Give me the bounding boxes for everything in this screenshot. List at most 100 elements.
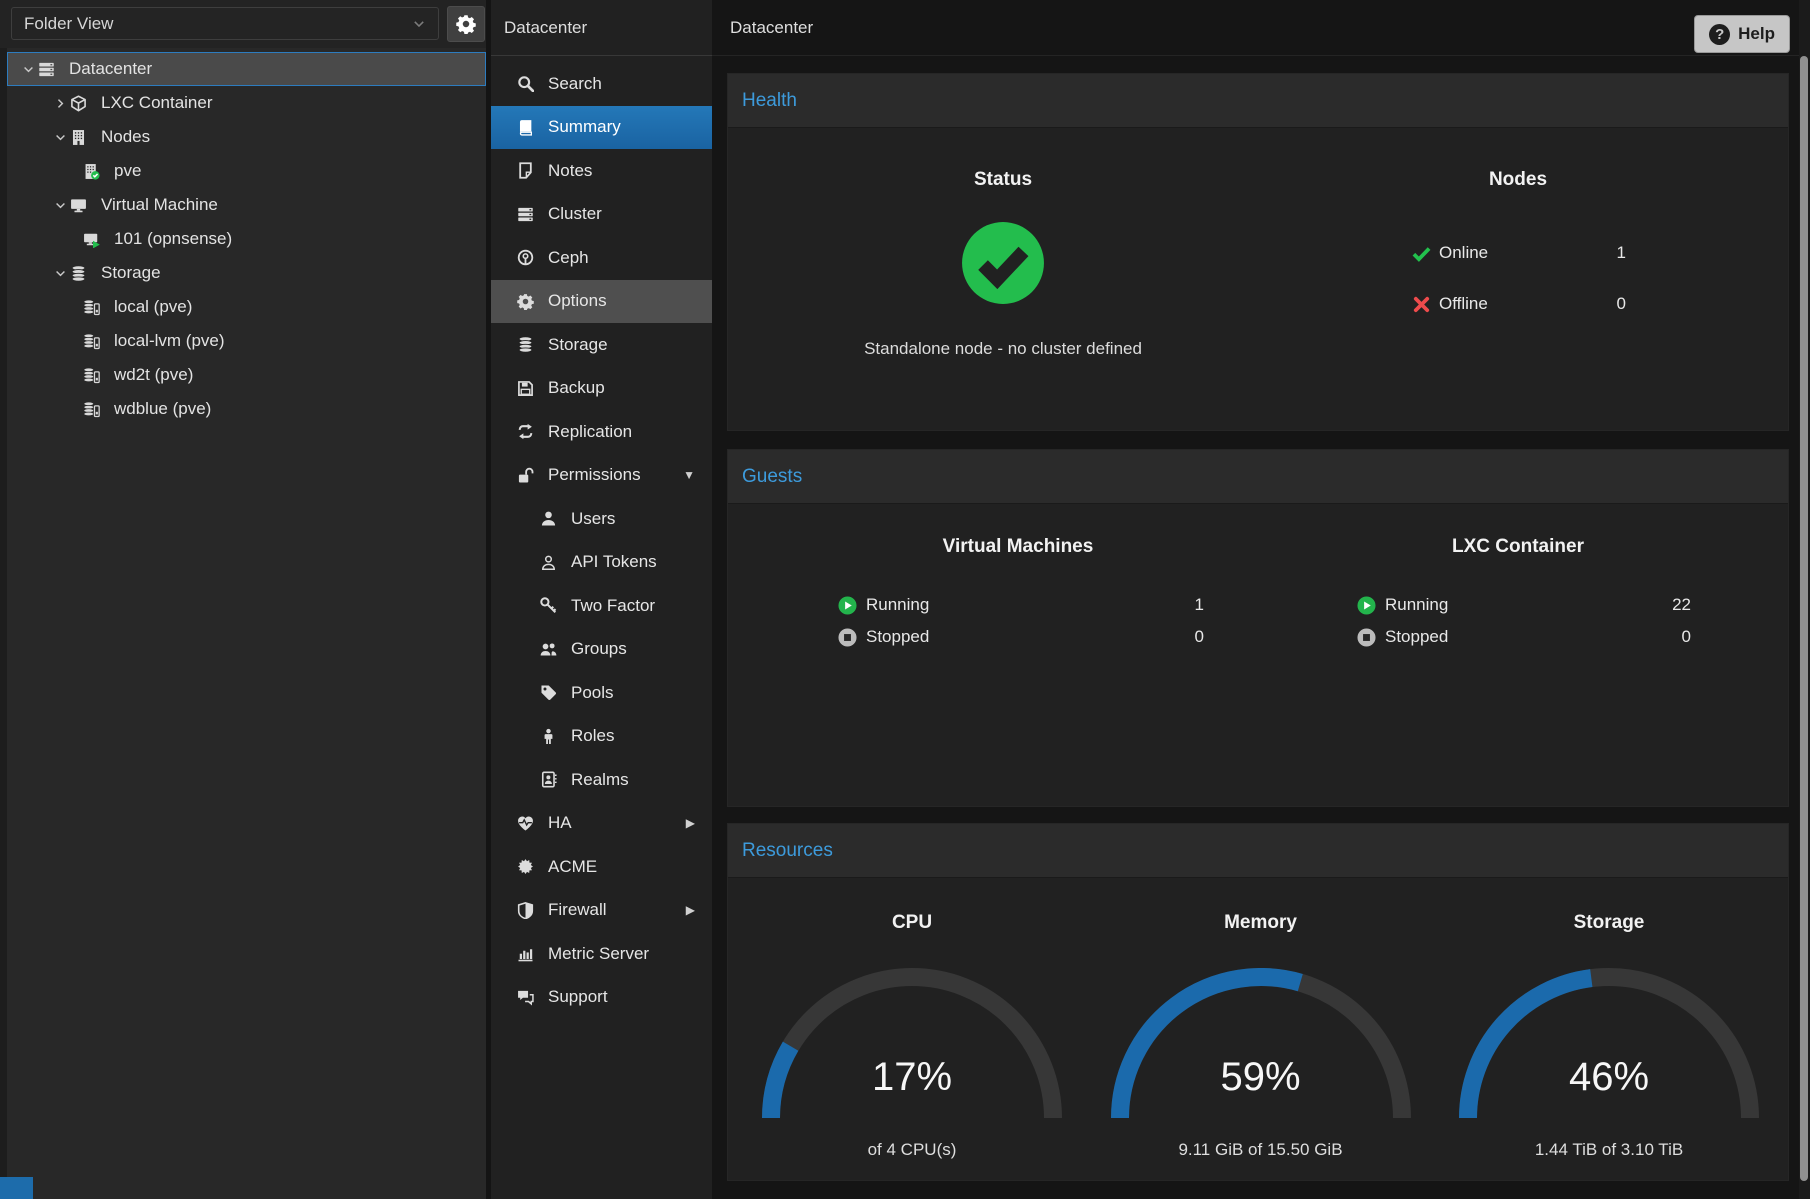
search-icon bbox=[514, 75, 536, 92]
cluster-status-section: Status Standalone node - no cluster defi… bbox=[728, 128, 1278, 359]
user-icon bbox=[537, 510, 559, 527]
menu-item-ha[interactable]: HA▶ bbox=[491, 802, 712, 846]
menu-item-label: Users bbox=[571, 509, 615, 529]
guest-row-value: 22 bbox=[1672, 595, 1691, 615]
stop-badge-icon bbox=[838, 628, 857, 647]
nodes-rows: Online1Offline0 bbox=[1348, 241, 1688, 316]
view-mode-value: Folder View bbox=[24, 14, 113, 34]
menu-item-label: Backup bbox=[548, 378, 605, 398]
tree-item-datacenter[interactable]: Datacenter bbox=[7, 52, 486, 86]
menu-item-label: Two Factor bbox=[571, 596, 655, 616]
menu-item-support[interactable]: Support bbox=[491, 976, 712, 1020]
menu-item-label: Support bbox=[548, 987, 608, 1007]
menu-item-cluster[interactable]: Cluster bbox=[491, 193, 712, 237]
tree-item-local-lvm-pve[interactable]: local-lvm (pve) bbox=[7, 324, 486, 358]
caret-down-icon[interactable] bbox=[18, 63, 38, 76]
content-area: Datacenter ? Help Health Status Standalo… bbox=[712, 0, 1810, 1199]
menu-item-options[interactable]: Options bbox=[491, 280, 712, 324]
menu-item-notes[interactable]: Notes bbox=[491, 149, 712, 193]
scrollbar-thumb[interactable] bbox=[1800, 56, 1808, 1181]
tree-item-local-pve[interactable]: local (pve) bbox=[7, 290, 486, 324]
nodes-section: Nodes Online1Offline0 bbox=[1348, 128, 1688, 316]
building-icon bbox=[70, 129, 87, 146]
caret-right-icon[interactable] bbox=[50, 97, 70, 110]
tree-item-wdblue-pve[interactable]: wdblue (pve) bbox=[7, 392, 486, 426]
gauge-percent: 17% bbox=[738, 1055, 1086, 1100]
gauge-subtitle: of 4 CPU(s) bbox=[738, 1140, 1086, 1160]
caret-down-icon[interactable] bbox=[50, 199, 70, 212]
node-status-value: 1 bbox=[1617, 243, 1626, 263]
caret-down-icon[interactable] bbox=[50, 267, 70, 280]
tree-settings-button[interactable] bbox=[447, 6, 485, 42]
play-badge-icon bbox=[838, 596, 857, 615]
menu-item-label: Ceph bbox=[548, 248, 589, 268]
menu-item-label: Roles bbox=[571, 726, 614, 746]
gauge-title: Storage bbox=[1435, 912, 1783, 934]
gauge-percent: 59% bbox=[1087, 1055, 1435, 1100]
window-edge bbox=[0, 0, 7, 1199]
menu-item-permissions[interactable]: Permissions▼ bbox=[491, 454, 712, 498]
menu-item-groups[interactable]: Groups bbox=[491, 628, 712, 672]
tree-item-wd2t-pve[interactable]: wd2t (pve) bbox=[7, 358, 486, 392]
menu-item-ceph[interactable]: Ceph bbox=[491, 236, 712, 280]
caret-down-icon[interactable] bbox=[50, 131, 70, 144]
nodes-title: Nodes bbox=[1348, 169, 1688, 191]
menu-item-label: Groups bbox=[571, 639, 627, 659]
help-label: Help bbox=[1738, 24, 1775, 44]
database-icon bbox=[70, 265, 87, 282]
content-header-title: Datacenter bbox=[730, 0, 813, 56]
menu-item-firewall[interactable]: Firewall ▶ bbox=[491, 889, 712, 933]
menu-item-acme[interactable]: ACME bbox=[491, 845, 712, 889]
menu-item-realms[interactable]: Realms bbox=[491, 758, 712, 802]
building-check-icon bbox=[83, 163, 100, 180]
guest-column-title: LXC Container bbox=[1308, 536, 1728, 558]
menu-item-users[interactable]: Users bbox=[491, 497, 712, 541]
menu-item-api-tokens[interactable]: API Tokens bbox=[491, 541, 712, 585]
app-root: Folder View DatacenterLXC ContainerNodes… bbox=[0, 0, 1810, 1199]
guests-panel-header: Guests bbox=[728, 450, 1788, 504]
menu-item-replication[interactable]: Replication bbox=[491, 410, 712, 454]
guest-row-label: Stopped bbox=[1385, 627, 1448, 647]
tree-item-nodes[interactable]: Nodes bbox=[7, 120, 486, 154]
ceph-icon bbox=[514, 249, 536, 266]
floppy-icon bbox=[514, 380, 536, 397]
gauge-storage: Storage46%1.44 TiB of 3.10 TiB bbox=[1435, 878, 1783, 1130]
menu-item-label: Firewall bbox=[548, 900, 607, 920]
status-message: Standalone node - no cluster defined bbox=[728, 339, 1278, 359]
menu-item-roles[interactable]: Roles bbox=[491, 715, 712, 759]
menu-item-label: API Tokens bbox=[571, 552, 657, 572]
menu-item-search[interactable]: Search bbox=[491, 62, 712, 106]
cube-icon bbox=[70, 95, 87, 112]
menu-item-summary[interactable]: Summary bbox=[491, 106, 712, 150]
guest-row-value: 0 bbox=[1195, 627, 1204, 647]
guest-row-label: Running bbox=[1385, 595, 1448, 615]
users-icon bbox=[537, 641, 559, 658]
view-mode-select[interactable]: Folder View bbox=[11, 7, 439, 40]
key-icon bbox=[537, 597, 559, 614]
tree-item-pve[interactable]: pve bbox=[7, 154, 486, 188]
menu-item-backup[interactable]: Backup bbox=[491, 367, 712, 411]
tree-item-label: local-lvm (pve) bbox=[114, 331, 225, 351]
menu-item-metric-server[interactable]: Metric Server bbox=[491, 932, 712, 976]
database-icon bbox=[514, 336, 536, 353]
menu-item-pools[interactable]: Pools bbox=[491, 671, 712, 715]
expander-right-icon[interactable]: ▶ bbox=[686, 816, 695, 830]
menu-item-label: Options bbox=[548, 291, 607, 311]
tree-item-lxc-container[interactable]: LXC Container bbox=[7, 86, 486, 120]
health-panel-body: Status Standalone node - no cluster defi… bbox=[728, 128, 1788, 430]
gear-icon bbox=[514, 293, 536, 310]
expander-right-icon[interactable]: ▶ bbox=[686, 903, 695, 917]
help-button[interactable]: ? Help bbox=[1694, 15, 1790, 53]
gear-icon bbox=[456, 14, 476, 34]
tree-item-storage[interactable]: Storage bbox=[7, 256, 486, 290]
tree-item-virtual-machine[interactable]: Virtual Machine bbox=[7, 188, 486, 222]
menu-item-storage[interactable]: Storage bbox=[491, 323, 712, 367]
guests-panel-body: Virtual MachinesRunning1Stopped0 LXC Con… bbox=[728, 504, 1788, 806]
tag-icon bbox=[537, 684, 559, 701]
menu-item-two-factor[interactable]: Two Factor bbox=[491, 584, 712, 628]
tree-item-101-opnsense[interactable]: 101 (opnsense) bbox=[7, 222, 486, 256]
heartbeat-icon bbox=[514, 815, 536, 832]
expander-down-icon[interactable]: ▼ bbox=[683, 468, 695, 482]
tree-item-label: wdblue (pve) bbox=[114, 399, 211, 419]
scrollbar[interactable] bbox=[1799, 0, 1810, 1199]
